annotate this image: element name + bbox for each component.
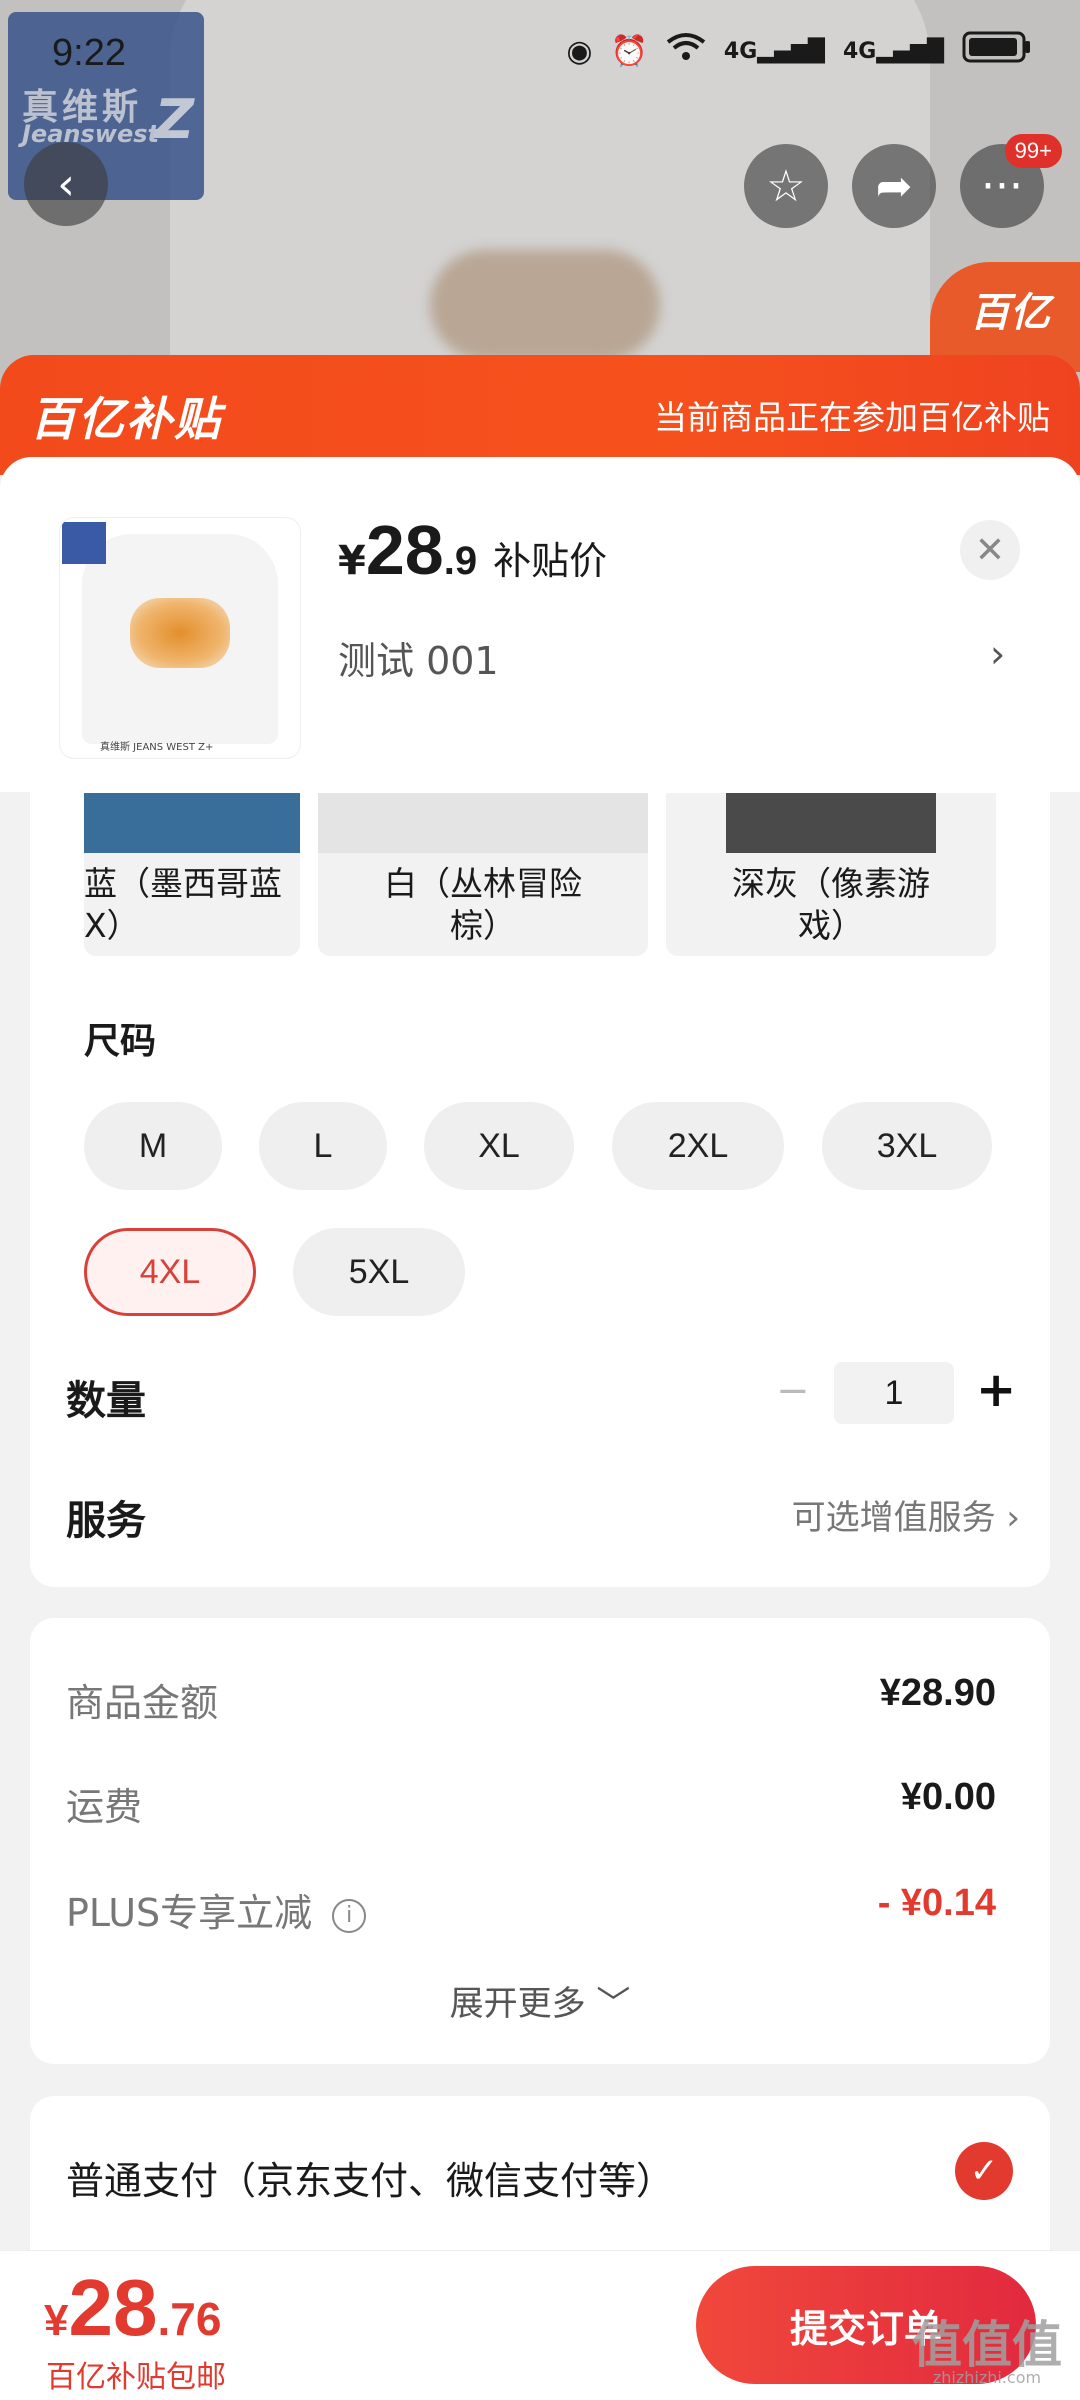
more-count-badge: 99+: [1004, 134, 1062, 168]
info-icon[interactable]: i: [332, 1898, 367, 1933]
total-currency: ¥: [44, 2296, 69, 2345]
color-option-label: 蓝（墨西哥蓝X）: [84, 864, 282, 945]
price-tag: 补贴价: [493, 539, 608, 583]
color-swatch: [318, 793, 648, 853]
size-option-l[interactable]: L: [259, 1102, 387, 1190]
close-icon: ✕: [974, 529, 1006, 571]
color-swatch: [84, 793, 300, 853]
shipping-label: 运费: [66, 1785, 143, 1829]
share-button[interactable]: ➦: [852, 144, 936, 228]
price-currency: ¥: [338, 538, 366, 584]
color-option[interactable]: 蓝（墨西哥蓝X）: [84, 793, 300, 956]
thumbnail-art: [130, 598, 230, 668]
back-button[interactable]: ‹: [24, 142, 108, 226]
status-bar: 9:22 ◉ ⏰ 4G▂▄▆█ 4G▂▄▆█: [0, 0, 1080, 110]
status-icons: ◉ ⏰ 4G▂▄▆█ 4G▂▄▆█: [566, 30, 1032, 72]
plus-discount-label: PLUS专享立减: [66, 1891, 313, 1935]
battery-icon: [962, 30, 1032, 72]
color-swatch: [726, 793, 936, 853]
goods-amount-label: 商品金额: [66, 1681, 219, 1725]
quantity-input[interactable]: 1: [834, 1362, 954, 1424]
star-icon: ☆: [766, 160, 806, 212]
thumbnail-caption: 真维斯 JEANS WEST Z+: [100, 742, 214, 753]
subsidy-tip: 当前商品正在参加百亿补贴: [654, 398, 1050, 437]
quantity-increase-button[interactable]: +: [976, 1362, 1016, 1418]
price-row: ¥ 28 .9 补贴价: [338, 510, 607, 590]
eye-icon: ◉: [566, 33, 593, 69]
alarm-icon: ⏰: [610, 33, 648, 69]
watermark-text: 值值值: [912, 2316, 1062, 2374]
color-option-label: 深灰（像素游戏）: [732, 864, 930, 945]
color-option[interactable]: 深灰（像素游戏）: [666, 793, 996, 956]
signal-4g-icon: 4G▂▄▆█: [723, 38, 825, 64]
service-select-link[interactable]: 可选增值服务 ›: [792, 1490, 1020, 1539]
wifi-icon: [666, 32, 706, 70]
more-button[interactable]: ··· 99+: [960, 134, 1062, 228]
share-icon: ➦: [875, 160, 913, 212]
quantity-label: 数量: [66, 1378, 146, 1424]
color-option[interactable]: 白（丛林冒险棕）: [318, 793, 648, 956]
size-section-title: 尺码: [84, 1021, 157, 1062]
check-icon[interactable]: ✓: [955, 2142, 1013, 2200]
plus-discount-value: - ¥0.14: [877, 1882, 996, 1924]
size-option-m[interactable]: M: [84, 1102, 222, 1190]
size-option-2xl[interactable]: 2XL: [612, 1102, 784, 1190]
order-total: ¥ 28 .76: [44, 2262, 221, 2354]
signal-4g-icon: 4G▂▄▆█: [842, 38, 944, 64]
selected-variant[interactable]: 测试 001: [338, 630, 499, 685]
size-option-4xl[interactable]: 4XL: [84, 1228, 256, 1316]
expand-more-button[interactable]: 展开更多 ﹀: [0, 1976, 1080, 2025]
watermark-url: zhizhizhi.com: [932, 2368, 1042, 2387]
watermark: 值值值 zhizhizhi.com: [912, 2320, 1062, 2386]
total-integer: 28: [68, 2263, 158, 2352]
more-dots-icon: ···: [981, 160, 1023, 212]
total-note: 百亿补贴包邮: [46, 2360, 226, 2395]
chevron-left-icon: ‹: [57, 158, 75, 210]
goods-amount-value: ¥28.90: [879, 1672, 996, 1714]
favorite-button[interactable]: ☆: [744, 144, 828, 228]
status-time: 9:22: [52, 32, 126, 74]
close-button[interactable]: ✕: [960, 520, 1020, 580]
thumbnail-brand-tag: [62, 522, 106, 564]
payment-method-label[interactable]: 普通支付（京东支付、微信支付等）: [66, 2150, 674, 2205]
service-label: 服务: [66, 1498, 146, 1544]
subsidy-logo: 百亿补贴: [30, 392, 222, 446]
color-option-label: 白（丛林冒险棕）: [384, 864, 582, 945]
total-decimal: .76: [157, 2293, 222, 2345]
shipping-value: ¥0.00: [900, 1776, 996, 1818]
size-option-3xl[interactable]: 3XL: [822, 1102, 992, 1190]
plus-discount-label-row: PLUS专享立减 i: [66, 1882, 367, 1937]
chevron-right-icon[interactable]: ›: [990, 632, 1005, 676]
size-option-xl[interactable]: XL: [424, 1102, 574, 1190]
product-thumbnail[interactable]: 真维斯 JEANS WEST Z+: [60, 518, 300, 758]
size-option-5xl[interactable]: 5XL: [293, 1228, 465, 1316]
price-integer: 28: [365, 511, 444, 589]
price-decimal: .9: [443, 539, 478, 583]
quantity-decrease-button[interactable]: −: [776, 1368, 810, 1414]
